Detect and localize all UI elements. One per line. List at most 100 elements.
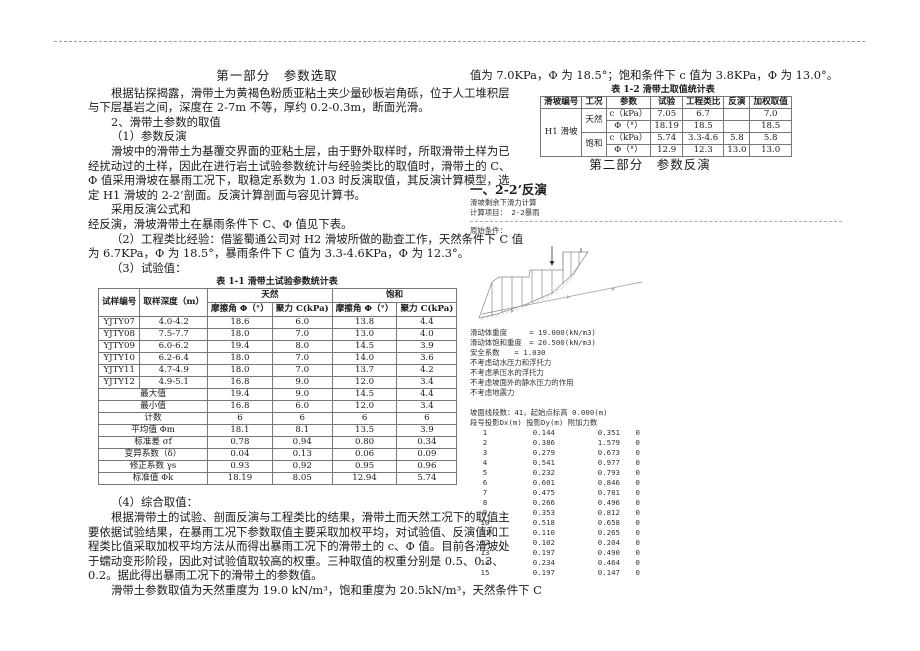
segment-f: 0 xyxy=(635,458,640,468)
segment-no: 2 xyxy=(482,438,488,448)
segment-dy: 0.147 xyxy=(597,568,620,578)
cell: 18.0 xyxy=(207,352,273,366)
paragraph-line: 与下层基岩之间，深度在 2-7m 不等，厚约 0.2-0.3m，断面光滑。 xyxy=(88,100,430,115)
cell: 6.0-6.2 xyxy=(139,340,209,354)
segment-no: 1 xyxy=(482,428,488,438)
cell: 12.9 xyxy=(650,143,683,157)
cell: 6.0 xyxy=(271,400,333,414)
col-header: 滑坡编号 xyxy=(539,95,583,109)
segment-row: 5 0.232 0.793 0 xyxy=(470,468,850,478)
cell: 18.5 xyxy=(749,119,792,133)
stat-label: 标准值 Φk xyxy=(97,472,209,486)
cell: 8.1 xyxy=(271,424,333,438)
segment-dy: 0.781 xyxy=(597,488,620,498)
param-line: 不考虑动水压力和浮托力 xyxy=(470,358,552,368)
cell: 6.0 xyxy=(271,316,333,330)
segment-no: 14 xyxy=(480,558,490,568)
cell: 5.8 xyxy=(723,131,751,145)
segment-dx: 0.197 xyxy=(532,568,555,578)
cell: 6 xyxy=(396,412,458,426)
cell: 0.95 xyxy=(331,460,398,474)
segment-dy: 0.496 xyxy=(597,498,620,508)
param-line: 不考虑坡面外的静水压力的作用 xyxy=(470,378,574,388)
cell: 4.4 xyxy=(396,316,458,330)
cell: 7.0 xyxy=(271,364,333,378)
cell: 18.5 xyxy=(681,119,725,133)
right-column: 值为 7.0KPa，Φ 为 18.5°；饱和条件下 c 值为 3.8KPa，Φ … xyxy=(470,68,850,578)
paragraph-line: 采用反演公式和 xyxy=(111,202,191,217)
segment-row: 13 0.197 0.490 0 xyxy=(470,548,850,558)
segment-row: 4 0.541 0.977 0 xyxy=(470,458,850,468)
cell: 4.0-4.2 xyxy=(139,316,209,330)
paragraph-line: （2）工程类比经验：借鉴蜀通公司对 H2 滑坡所做的勘查工作，天然条件下 C 值 xyxy=(111,231,524,246)
cell: 4.4 xyxy=(396,388,458,402)
cell: 6.2-6.4 xyxy=(139,352,209,366)
segment-f: 0 xyxy=(635,518,640,528)
col-header: 试验 xyxy=(650,95,683,109)
cell: 13.0 xyxy=(331,328,398,342)
calc-project: 计算项目： 2-2暴雨 xyxy=(470,208,540,218)
stat-label: 变异系数（δ） xyxy=(97,448,209,462)
cell: 0.93 xyxy=(207,460,273,474)
table-1-1: 试样编号 取样深度（m） 天然 饱和 摩擦角 Φ（°） 聚力 C(kPa) 摩擦… xyxy=(97,288,458,486)
segment-f: 0 xyxy=(635,538,640,548)
paragraph-line: 经扰动过的土样，因此在进行岩土试验参数统计与经验类比的取值时，滑带土的 C、 xyxy=(88,158,511,173)
col-header: 摩擦角 Φ（°） xyxy=(207,302,273,318)
stats-row: 计数 6 6 6 6 xyxy=(97,412,458,426)
segment-no: 9 xyxy=(482,508,488,518)
subsection-heading: （3）试验值： xyxy=(111,260,187,275)
cell: 13.0 xyxy=(749,143,792,157)
cell: 3.6 xyxy=(396,352,458,366)
paragraph-line: 根据钻探揭露，滑带土为黄褐色粉质亚粘土夹少量砂板岩角砾，位于人工堆积层 xyxy=(111,85,510,100)
paragraph-line: 程类比值采取加权平均方法从而得出暴雨工况下的滑带土的 c、Φ 值。目前各滑坡处 xyxy=(88,539,510,554)
cell: 6 xyxy=(207,412,273,426)
stat-label: 修正系数 γs xyxy=(97,460,209,474)
cell: 7.05 xyxy=(650,107,683,121)
reference-line xyxy=(481,281,643,315)
paragraph-line: 为 6.7KPa，Φ 为 18.5°，暴雨条件下 C 值为 3.3-4.6KPa… xyxy=(88,246,470,261)
cell: 13.5 xyxy=(331,424,398,438)
segment-row: 3 0.279 0.673 0 xyxy=(470,448,850,458)
table-row: H1 滑坡 天然 c（kPa） 7.05 6.7 7.0 xyxy=(539,107,792,157)
table-row: YJTY11 4.7-4.9 18.0 7.0 13.7 4.2 xyxy=(97,364,458,378)
cell: 12.0 xyxy=(331,400,398,414)
segment-no: 12 xyxy=(480,538,490,548)
col-header: 加权取值 xyxy=(749,95,792,109)
segment-row: 14 0.234 0.464 0 xyxy=(470,558,850,568)
cell: 0.96 xyxy=(396,460,458,474)
hatching xyxy=(480,251,589,321)
cell: 3.4 xyxy=(396,400,458,414)
segment-dy: 0.812 xyxy=(597,508,620,518)
stat-label: 最小值 xyxy=(97,400,209,414)
cell: Φ（°） xyxy=(605,119,652,133)
segment-row: 7 0.475 0.781 0 xyxy=(470,488,850,498)
cell: 5.8 xyxy=(749,131,792,145)
cell: 19.4 xyxy=(207,388,273,402)
cell: 0.80 xyxy=(331,436,398,450)
col-header: 工况 xyxy=(581,95,607,109)
segment-dy: 0.490 xyxy=(597,548,620,558)
col-header: 参数 xyxy=(605,95,652,109)
segment-f: 0 xyxy=(635,428,640,438)
table-1-2: 滑坡编号 工况 参数 试验 工程类比 反演 加权取值 H1 滑坡 天然 c（kP… xyxy=(539,95,792,157)
slope-profile-diagram xyxy=(478,246,643,321)
segments-header: 段号投影Dx(m) 投影Dy(m) 附加力数 xyxy=(470,418,598,428)
param-line: 滑动体饱和重度 = 20.500(kN/m3) xyxy=(470,338,596,348)
cell: 7.5-7.7 xyxy=(139,328,209,342)
segment-dx: 0.197 xyxy=(532,548,555,558)
segment-no: 6 xyxy=(482,478,488,488)
cell xyxy=(723,119,751,133)
segment-row: 12 0.102 0.204 0 xyxy=(470,538,850,548)
part2-title: 第二部分 参数反演 xyxy=(589,156,711,172)
segment-no: 3 xyxy=(482,448,488,458)
col-group-header: 饱和 xyxy=(331,288,458,304)
paragraph-line: 根据滑带土的试验、剖面反演与工程类比的结果，滑带土而天然工况下的取值主 xyxy=(111,509,510,524)
table-row: YJTY12 4.9-5.1 16.8 9.0 12.0 3.4 xyxy=(97,376,458,390)
segment-f: 0 xyxy=(635,438,640,448)
segment-row: 11 0.110 0.265 0 xyxy=(470,528,850,538)
stat-label: 标准差 σf xyxy=(97,436,209,450)
segment-no: 15 xyxy=(480,568,490,578)
segment-dx: 0.518 xyxy=(532,518,555,528)
segment-f: 0 xyxy=(635,488,640,498)
segment-f: 0 xyxy=(635,558,640,568)
